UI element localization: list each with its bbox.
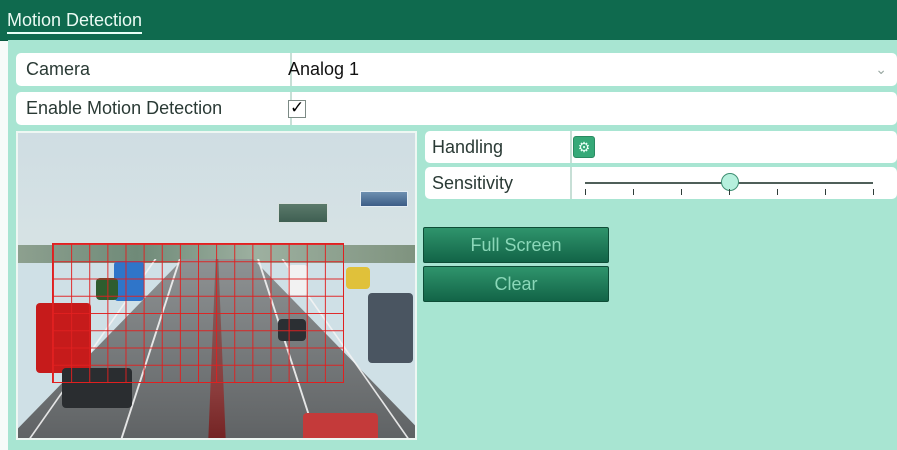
billboard xyxy=(360,191,408,207)
sensitivity-label: Sensitivity xyxy=(425,167,572,199)
enable-motion-label: Enable Motion Detection xyxy=(16,92,292,125)
motion-detection-grid[interactable] xyxy=(52,243,344,383)
camera-row: Camera Analog 1 ⌄ xyxy=(16,53,897,86)
vehicle xyxy=(346,267,370,289)
clear-button[interactable]: Clear xyxy=(423,266,609,302)
full-screen-button[interactable]: Full Screen xyxy=(423,227,609,263)
chevron-down-icon[interactable]: ⌄ xyxy=(875,53,887,86)
slider-tick xyxy=(873,189,874,195)
video-sky xyxy=(18,133,415,253)
title-bar: Motion Detection xyxy=(0,0,897,41)
slider-tick xyxy=(633,189,634,195)
slider-tick xyxy=(777,189,778,195)
enable-motion-checkbox[interactable] xyxy=(288,98,306,118)
slider-tick xyxy=(729,189,730,195)
billboard xyxy=(278,203,328,223)
slider-tick xyxy=(681,189,682,195)
slider-tick xyxy=(585,189,586,195)
handling-row: Handling ⚙ xyxy=(425,131,897,163)
sensitivity-row: Sensitivity xyxy=(425,167,897,199)
sensitivity-slider-knob[interactable] xyxy=(721,173,739,191)
vehicle xyxy=(303,413,378,438)
camera-label: Camera xyxy=(16,53,292,86)
enable-motion-row: Enable Motion Detection xyxy=(16,92,897,125)
gear-icon[interactable]: ⚙ xyxy=(573,136,595,158)
slider-tick xyxy=(825,189,826,195)
camera-select[interactable]: Analog 1 xyxy=(288,53,359,86)
handling-label: Handling xyxy=(425,131,572,163)
vehicle xyxy=(368,293,413,363)
page-title: Motion Detection xyxy=(7,9,143,34)
camera-preview[interactable] xyxy=(16,131,417,440)
